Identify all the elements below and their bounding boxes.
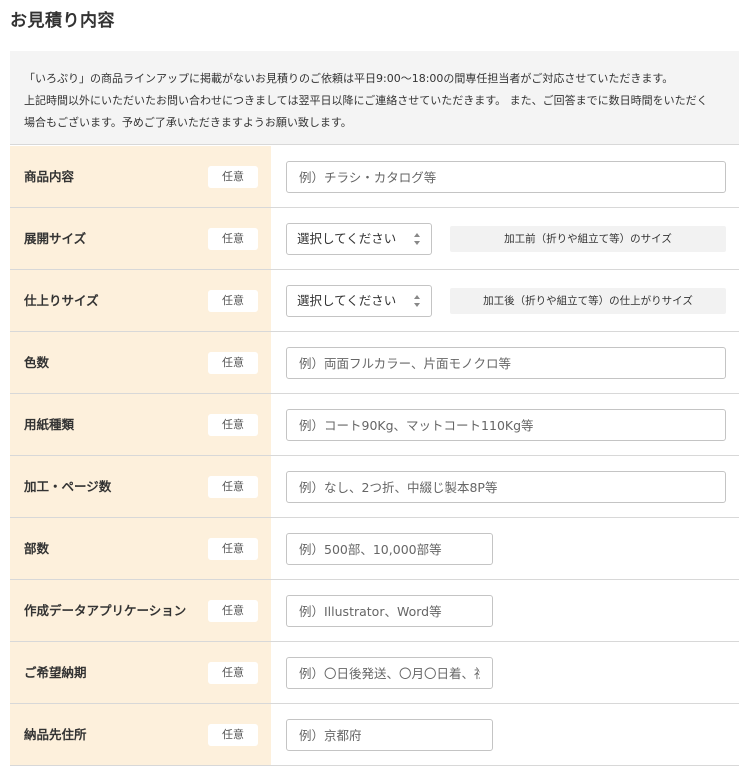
field-label: 仕上りサイズ [24,293,99,308]
field-label: 作成データアプリケーション [24,603,187,618]
delivery-address-input[interactable] [286,719,493,751]
field-label: 展開サイズ [24,231,87,246]
optional-badge: 任意 [208,724,258,746]
input-cell [271,332,739,393]
label-cell: 納品先住所 任意 [10,704,271,765]
form-row-delivery-address: 納品先住所 任意 [10,704,739,766]
quantity-input[interactable] [286,533,493,565]
notice-line-2: 上記時間以外にいただいたお問い合わせにつきましては翌平日以降にご連絡させていただ… [24,94,708,107]
product-input[interactable] [286,161,726,193]
form-row-quantity: 部数 任意 [10,518,739,580]
paper-input[interactable] [286,409,726,441]
field-label: 加工・ページ数 [24,479,112,494]
input-cell [271,456,739,517]
notice-line-1: 「いろぷり」の商品ラインアップに掲載がないお見積りのご依頼は平日9:00～18:… [24,72,674,85]
field-label: 用紙種類 [24,417,75,432]
notice-box: 「いろぷり」の商品ラインアップに掲載がないお見積りのご依頼は平日9:00～18:… [10,51,739,145]
field-label: 商品内容 [24,169,75,184]
form-row-colors: 色数 任意 [10,332,739,394]
label-cell: 作成データアプリケーション 任意 [10,580,271,641]
optional-badge: 任意 [208,600,258,622]
input-cell [271,704,739,765]
notice-line-3: 場合もございます。予めご了承いただきますようお願い致します。 [24,116,352,129]
optional-badge: 任意 [208,290,258,312]
application-input[interactable] [286,595,493,627]
estimate-form-table: 商品内容 任意 展開サイズ 任意 選択してください 加工前（折りや組立て等）のサ… [10,146,739,766]
label-cell: 色数 任意 [10,332,271,393]
form-row-product: 商品内容 任意 [10,146,739,208]
input-cell [271,394,739,455]
optional-badge: 任意 [208,352,258,374]
optional-badge: 任意 [208,476,258,498]
field-label: 部数 [24,541,50,556]
field-label: 納品先住所 [24,727,87,742]
form-row-finished-size: 仕上りサイズ 任意 選択してください 加工後（折りや組立て等）の仕上がりサイズ [10,270,739,332]
input-cell: 選択してください 加工前（折りや組立て等）のサイズ [271,208,739,269]
select-value: 選択してください [297,231,397,246]
label-cell: 仕上りサイズ 任意 [10,270,271,331]
optional-badge: 任意 [208,662,258,684]
size-note: 加工前（折りや組立て等）のサイズ [450,226,726,252]
page-title: お見積り内容 [10,11,115,31]
label-cell: 部数 任意 [10,518,271,579]
finished-size-select[interactable]: 選択してください [286,285,432,317]
input-cell [271,580,739,641]
sort-arrows-icon [414,233,420,245]
size-note: 加工後（折りや組立て等）の仕上がりサイズ [450,288,726,314]
field-label: ご希望納期 [24,665,87,680]
form-row-paper: 用紙種類 任意 [10,394,739,456]
delivery-date-input[interactable] [286,657,493,689]
form-row-open-size: 展開サイズ 任意 選択してください 加工前（折りや組立て等）のサイズ [10,208,739,270]
colors-input[interactable] [286,347,726,379]
form-row-processing: 加工・ページ数 任意 [10,456,739,518]
form-row-delivery-date: ご希望納期 任意 [10,642,739,704]
label-cell: 加工・ページ数 任意 [10,456,271,517]
processing-input[interactable] [286,471,726,503]
select-value: 選択してください [297,293,397,308]
input-cell: 選択してください 加工後（折りや組立て等）の仕上がりサイズ [271,270,739,331]
optional-badge: 任意 [208,538,258,560]
form-row-application: 作成データアプリケーション 任意 [10,580,739,642]
optional-badge: 任意 [208,228,258,250]
optional-badge: 任意 [208,166,258,188]
sort-arrows-icon [414,295,420,307]
label-cell: ご希望納期 任意 [10,642,271,703]
input-cell [271,642,739,703]
label-cell: 展開サイズ 任意 [10,208,271,269]
open-size-select[interactable]: 選択してください [286,223,432,255]
field-label: 色数 [24,355,50,370]
optional-badge: 任意 [208,414,258,436]
input-cell [271,518,739,579]
label-cell: 商品内容 任意 [10,146,271,207]
input-cell [271,146,739,207]
label-cell: 用紙種類 任意 [10,394,271,455]
